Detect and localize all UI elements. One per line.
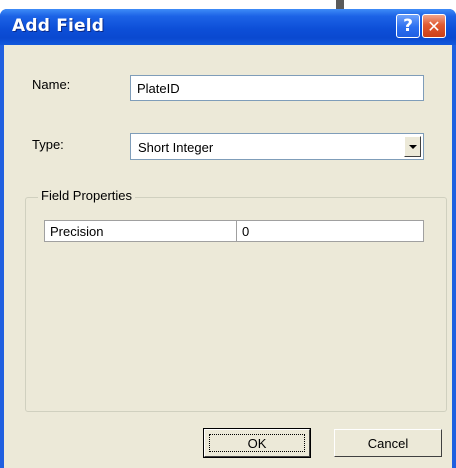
dialog-title: Add Field	[12, 16, 105, 36]
close-button[interactable]: ✕	[422, 14, 446, 38]
help-icon: ?	[403, 16, 413, 36]
add-field-dialog: Add Field ? ✕ Name: PlateID Type: Short …	[0, 9, 456, 468]
ok-button[interactable]: OK	[203, 428, 311, 458]
screen: Add Field ? ✕ Name: PlateID Type: Short …	[0, 0, 456, 468]
type-label: Type:	[32, 137, 64, 152]
focus-rectangle	[209, 434, 305, 452]
type-selected-value: Short Integer	[138, 140, 214, 155]
property-grid-divider	[236, 221, 237, 241]
background-window-edge	[336, 0, 344, 9]
properties-table-row[interactable]: Precision 0	[44, 220, 424, 242]
chevron-down-icon[interactable]	[404, 136, 421, 157]
property-name-cell: Precision	[50, 224, 104, 239]
name-input[interactable]: PlateID	[130, 75, 424, 101]
dialog-body: Name: PlateID Type: Short Integer Field …	[4, 45, 452, 468]
property-value-cell[interactable]: 0	[242, 224, 249, 239]
field-properties-title: Field Properties	[38, 188, 136, 203]
cancel-button-label: Cancel	[367, 435, 409, 451]
cancel-button[interactable]: Cancel	[334, 429, 442, 457]
name-label: Name:	[32, 77, 71, 92]
close-icon: ✕	[427, 16, 441, 36]
type-dropdown[interactable]: Short Integer	[130, 133, 424, 160]
title-bar[interactable]: Add Field ? ✕	[0, 9, 456, 45]
help-button[interactable]: ?	[396, 14, 420, 38]
